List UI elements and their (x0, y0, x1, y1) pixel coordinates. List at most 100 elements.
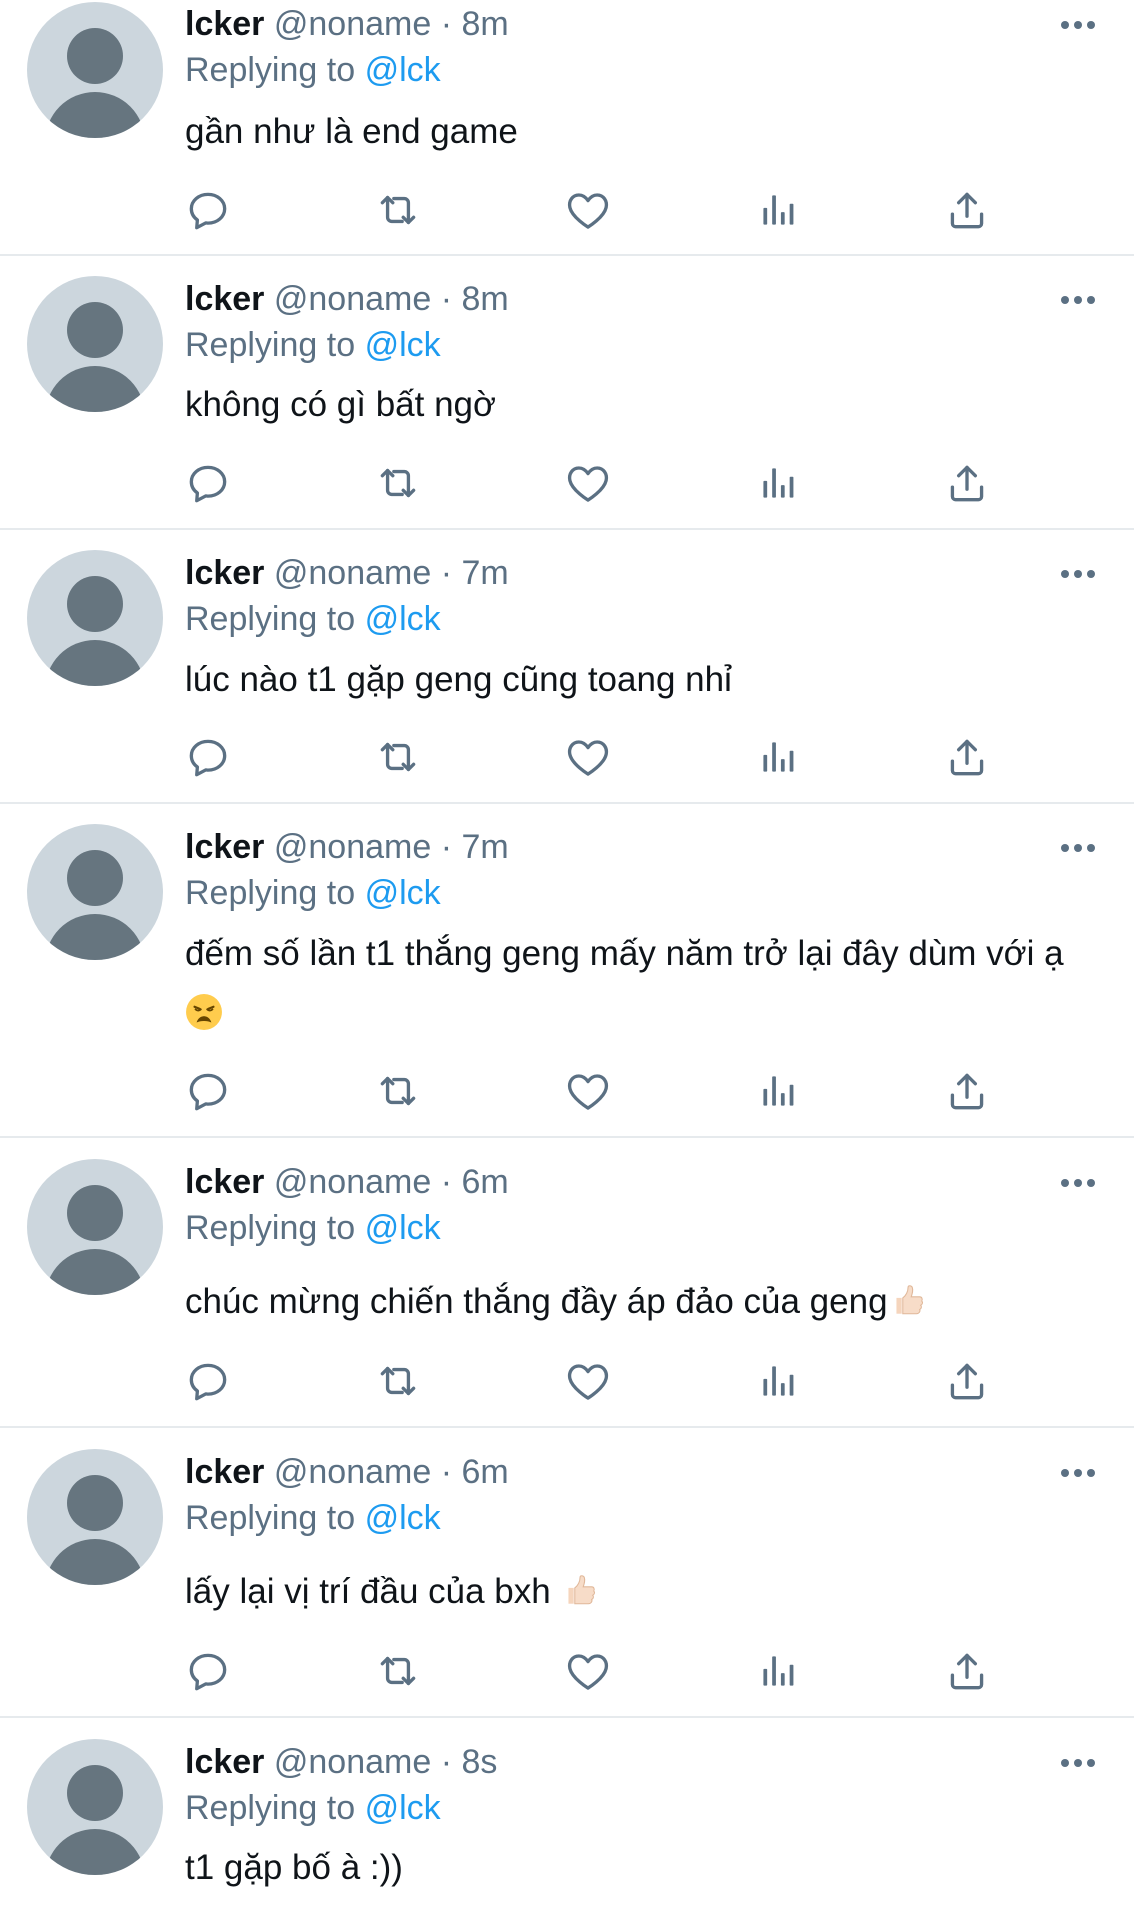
timestamp[interactable]: 7m (461, 828, 508, 866)
more-options-icon[interactable] (1061, 1467, 1097, 1479)
more-dot (1061, 296, 1069, 304)
timestamp[interactable]: 8m (461, 280, 508, 318)
avatar[interactable] (27, 1739, 163, 1875)
share-icon[interactable] (942, 185, 992, 235)
reply-icon[interactable] (183, 732, 233, 782)
avatar-body (45, 1539, 145, 1585)
tweet-text-content: t1 gặp bố à :)) (185, 1848, 403, 1887)
like-icon[interactable] (563, 185, 613, 235)
views-icon[interactable] (753, 185, 803, 235)
replying-to: Replying to @lck (185, 870, 441, 916)
thumbs-up-emoji (888, 1281, 926, 1319)
display-name[interactable]: lcker (185, 554, 264, 592)
more-dot (1087, 570, 1095, 578)
avatar-body (45, 1249, 145, 1295)
more-dot (1087, 1469, 1095, 1477)
share-icon[interactable] (942, 1066, 992, 1116)
username[interactable]: @noname (274, 1163, 431, 1201)
retweet-icon[interactable] (373, 1356, 423, 1406)
like-icon[interactable] (563, 458, 613, 508)
share-icon[interactable] (942, 458, 992, 508)
like-icon[interactable] (563, 1066, 613, 1116)
more-dot (1087, 296, 1095, 304)
timestamp[interactable]: 8m (461, 5, 508, 43)
reply-icon[interactable] (183, 458, 233, 508)
timestamp[interactable]: 8s (461, 1743, 497, 1781)
avatar[interactable] (27, 550, 163, 686)
like-icon[interactable] (563, 732, 613, 782)
username[interactable]: @noname (274, 828, 431, 866)
mention-link[interactable]: @lck (365, 600, 441, 638)
reply-icon[interactable] (183, 1646, 233, 1696)
share-icon[interactable] (942, 732, 992, 782)
thumbs-up-emoji (560, 1571, 598, 1609)
retweet-icon[interactable] (373, 458, 423, 508)
avatar[interactable] (27, 1159, 163, 1295)
replying-to: Replying to @lck (185, 1495, 441, 1541)
share-icon[interactable] (942, 1646, 992, 1696)
reply-icon[interactable] (183, 1066, 233, 1116)
avatar[interactable] (27, 276, 163, 412)
tweet-header: lcker @noname · 8m (185, 276, 509, 322)
retweet-icon[interactable] (373, 732, 423, 782)
more-options-icon[interactable] (1061, 842, 1097, 854)
mention-link[interactable]: @lck (365, 1499, 441, 1537)
mention-link[interactable]: @lck (365, 874, 441, 912)
avatar[interactable] (27, 2, 163, 138)
timestamp[interactable]: 6m (461, 1453, 508, 1491)
replying-to-label: Replying to (185, 1499, 356, 1537)
replying-to: Replying to @lck (185, 1785, 441, 1831)
mention-link[interactable]: @lck (365, 1209, 441, 1247)
reply-icon[interactable] (183, 185, 233, 235)
share-icon[interactable] (942, 1356, 992, 1406)
display-name[interactable]: lcker (185, 1743, 264, 1781)
more-options-icon[interactable] (1061, 19, 1097, 31)
more-options-icon[interactable] (1061, 568, 1097, 580)
like-icon[interactable] (563, 1356, 613, 1406)
display-name[interactable]: lcker (185, 1163, 264, 1201)
retweet-icon[interactable] (373, 1646, 423, 1696)
timestamp[interactable]: 7m (461, 554, 508, 592)
display-name[interactable]: lcker (185, 5, 264, 43)
username[interactable]: @noname (274, 280, 431, 318)
mention-link[interactable]: @lck (365, 51, 441, 89)
replying-to-label: Replying to (185, 874, 356, 912)
tweet-text: lấy lại vị trí đầu của bxh (185, 1562, 1090, 1622)
avatar-head (67, 1475, 123, 1531)
tweet-text: không có gì bất ngờ (185, 375, 1090, 435)
more-dot (1061, 570, 1069, 578)
separator: · (440, 280, 453, 318)
retweet-icon[interactable] (373, 1066, 423, 1116)
username[interactable]: @noname (274, 1743, 431, 1781)
views-icon[interactable] (753, 1356, 803, 1406)
views-icon[interactable] (753, 1646, 803, 1696)
more-dot (1061, 1469, 1069, 1477)
display-name[interactable]: lcker (185, 1453, 264, 1491)
username[interactable]: @noname (274, 554, 431, 592)
views-icon[interactable] (753, 1066, 803, 1116)
tweet-text: đếm số lần t1 thắng geng mấy năm trở lại… (185, 924, 1090, 1044)
replying-to-label: Replying to (185, 326, 356, 364)
views-icon[interactable] (753, 732, 803, 782)
retweet-icon[interactable] (373, 185, 423, 235)
username[interactable]: @noname (274, 5, 431, 43)
more-options-icon[interactable] (1061, 1757, 1097, 1769)
mention-link[interactable]: @lck (365, 326, 441, 364)
avatar[interactable] (27, 824, 163, 960)
avatar-head (67, 576, 123, 632)
more-dot (1087, 21, 1095, 29)
timestamp[interactable]: 6m (461, 1163, 508, 1201)
more-options-icon[interactable] (1061, 1177, 1097, 1189)
avatar-head (67, 850, 123, 906)
reply-icon[interactable] (183, 1356, 233, 1406)
display-name[interactable]: lcker (185, 280, 264, 318)
tweet-header: lcker @noname · 7m (185, 550, 509, 596)
avatar[interactable] (27, 1449, 163, 1585)
views-icon[interactable] (753, 458, 803, 508)
like-icon[interactable] (563, 1646, 613, 1696)
mention-link[interactable]: @lck (365, 1789, 441, 1827)
more-options-icon[interactable] (1061, 294, 1097, 306)
display-name[interactable]: lcker (185, 828, 264, 866)
tweet-text-content: không có gì bất ngờ (185, 385, 496, 424)
username[interactable]: @noname (274, 1453, 431, 1491)
